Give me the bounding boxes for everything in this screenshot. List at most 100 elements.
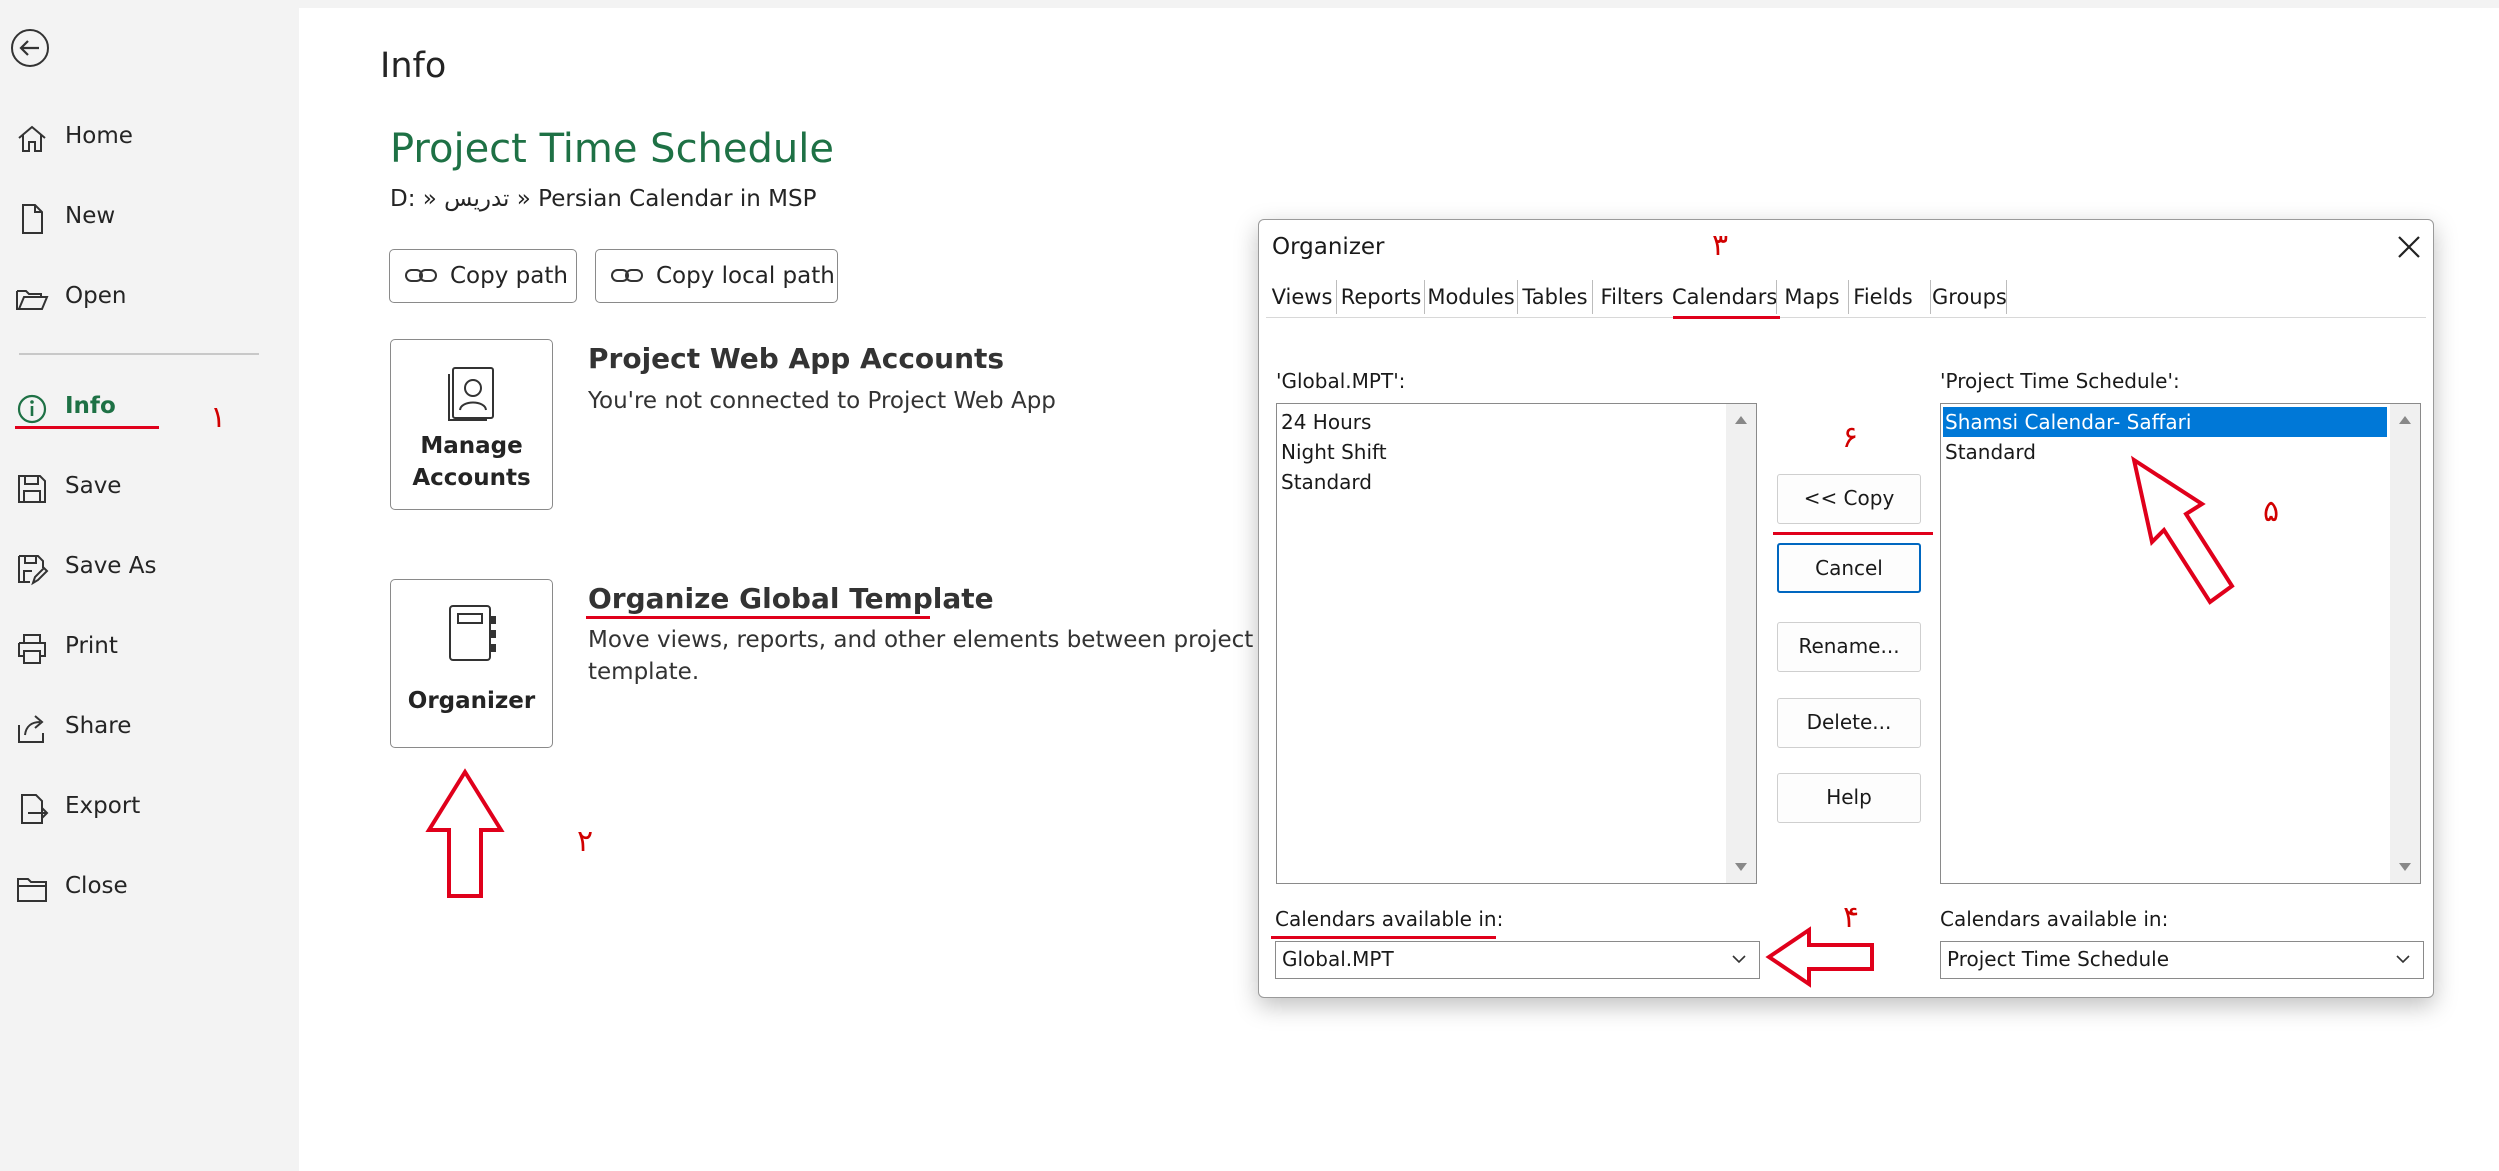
tab-groups[interactable]: Groups (1932, 276, 2007, 318)
right-list-scrollbar[interactable] (2390, 404, 2420, 883)
copy-path-button[interactable]: Copy path (389, 249, 577, 303)
annotation-number-1: ۱ (210, 400, 227, 435)
nav-open[interactable]: Open (0, 269, 298, 329)
new-file-icon (22, 204, 43, 234)
organize-global-template-title[interactable]: Organize Global Template (588, 582, 994, 615)
rename-button[interactable]: Rename... (1777, 622, 1921, 672)
tab-calendars[interactable]: Calendars (1672, 276, 1777, 318)
left-available-combo[interactable]: Global.MPT (1275, 941, 1760, 979)
tab-separator (1930, 280, 1931, 314)
nav-export-label: Export (65, 793, 141, 819)
nav-save-label: Save (65, 473, 122, 499)
left-available-value: Global.MPT (1282, 947, 1394, 971)
share-icon (18, 715, 44, 743)
scroll-down-icon[interactable] (1735, 863, 1747, 871)
nav-new-label: New (65, 203, 116, 229)
chevron-down-icon (2396, 955, 2410, 964)
right-available-combo[interactable]: Project Time Schedule (1940, 941, 2424, 979)
annotation-underline-available (1271, 936, 1496, 939)
close-folder-icon (17, 878, 47, 902)
save-icon (18, 475, 46, 503)
tab-separator (1336, 280, 1337, 314)
nav-new[interactable]: New (0, 189, 298, 249)
nav-save-as[interactable]: Save As (0, 539, 298, 599)
organizer-tile[interactable]: Organizer (390, 579, 553, 748)
help-button[interactable]: Help (1777, 773, 1921, 823)
nav-share-label: Share (65, 713, 132, 739)
global-mpt-label: 'Global.MPT': (1276, 369, 1406, 393)
annotation-number-6: ۶ (1842, 420, 1859, 455)
annotation-underline-calendars (1673, 316, 1780, 319)
scroll-down-icon[interactable] (2399, 863, 2411, 871)
tab-separator (1848, 280, 1849, 314)
nav-save-as-label: Save As (65, 553, 157, 579)
nav-close[interactable]: Close (0, 859, 298, 919)
annotation-number-2: ۲ (577, 824, 594, 859)
copy-local-path-button[interactable]: Copy local path (595, 249, 838, 303)
nav-print-label: Print (65, 633, 118, 659)
chevron-down-icon (1732, 955, 1746, 964)
pwa-desc: You're not connected to Project Web App (588, 388, 1056, 414)
nav-share[interactable]: Share (0, 699, 298, 759)
project-path: D: » تدریس » Persian Calendar in MSP (390, 186, 817, 212)
delete-button[interactable]: Delete... (1777, 698, 1921, 748)
left-list-scrollbar[interactable] (1726, 404, 1756, 883)
back-button[interactable] (11, 29, 49, 67)
tabs-divider (1266, 317, 2426, 318)
print-icon (18, 634, 46, 664)
list-item[interactable]: Night Shift (1279, 437, 1719, 467)
info-icon (17, 394, 47, 424)
export-icon (21, 794, 49, 824)
nav-print[interactable]: Print (0, 619, 298, 679)
tab-separator (1424, 280, 1425, 314)
annotation-underline-copy (1773, 532, 1933, 535)
tab-fields[interactable]: Fields (1852, 276, 1914, 318)
right-available-value: Project Time Schedule (1947, 947, 2169, 971)
back-arrow-icon (19, 40, 39, 56)
save-as-icon (18, 555, 49, 586)
tab-modules[interactable]: Modules (1427, 276, 1515, 318)
right-available-label: Calendars available in: (1940, 907, 2169, 931)
manage-accounts-tile[interactable]: Manage Accounts (390, 339, 553, 510)
folder-open-icon (16, 290, 49, 310)
nav-info[interactable]: Info (0, 379, 298, 439)
scroll-up-icon[interactable] (1735, 416, 1747, 424)
copy-path-label: Copy path (450, 263, 568, 289)
accounts-icon (448, 367, 494, 421)
dialog-title: Organizer (1272, 234, 1385, 260)
global-mpt-list[interactable]: 24 Hours Night Shift Standard (1276, 403, 1757, 884)
copy-button[interactable]: << Copy (1777, 474, 1921, 524)
annotation-number-4: ۴ (1843, 900, 1860, 935)
tab-views[interactable]: Views (1270, 276, 1334, 318)
nav-close-label: Close (65, 873, 128, 899)
annotation-arrow-left-icon (1765, 926, 1874, 988)
tab-separator (2006, 280, 2007, 314)
tab-maps[interactable]: Maps (1780, 276, 1844, 318)
list-item-selected[interactable]: Shamsi Calendar- Saffari (1943, 407, 2387, 437)
cancel-button[interactable]: Cancel (1777, 543, 1921, 593)
nav-home[interactable]: Home (0, 109, 298, 169)
nav-separator (19, 353, 259, 355)
organizer-desc-line2: template. (588, 659, 700, 685)
list-item[interactable]: 24 Hours (1279, 407, 1719, 437)
nav-export[interactable]: Export (0, 779, 298, 839)
left-available-label: Calendars available in: (1275, 907, 1504, 931)
annotation-underline-organize (586, 616, 930, 619)
nav-info-label: Info (65, 393, 116, 419)
nav-save[interactable]: Save (0, 459, 298, 519)
annotation-arrow-up-icon (425, 768, 505, 898)
pwa-title: Project Web App Accounts (588, 342, 1005, 375)
dialog-close-button[interactable] (2388, 230, 2428, 266)
annotation-arrow-diagonal-icon (2131, 455, 2235, 605)
organizer-icon (449, 605, 496, 661)
tab-tables[interactable]: Tables (1520, 276, 1590, 318)
scroll-up-icon[interactable] (2399, 416, 2411, 424)
copy-local-path-label: Copy local path (656, 263, 835, 289)
home-icon (18, 125, 46, 152)
list-item[interactable]: Standard (1279, 467, 1719, 497)
backstage-sidebar: Home New Open Info Save Save As Print Sh… (0, 0, 298, 1171)
tab-separator (1517, 280, 1518, 314)
tab-filters[interactable]: Filters (1596, 276, 1668, 318)
close-icon (2398, 236, 2420, 258)
tab-reports[interactable]: Reports (1340, 276, 1422, 318)
